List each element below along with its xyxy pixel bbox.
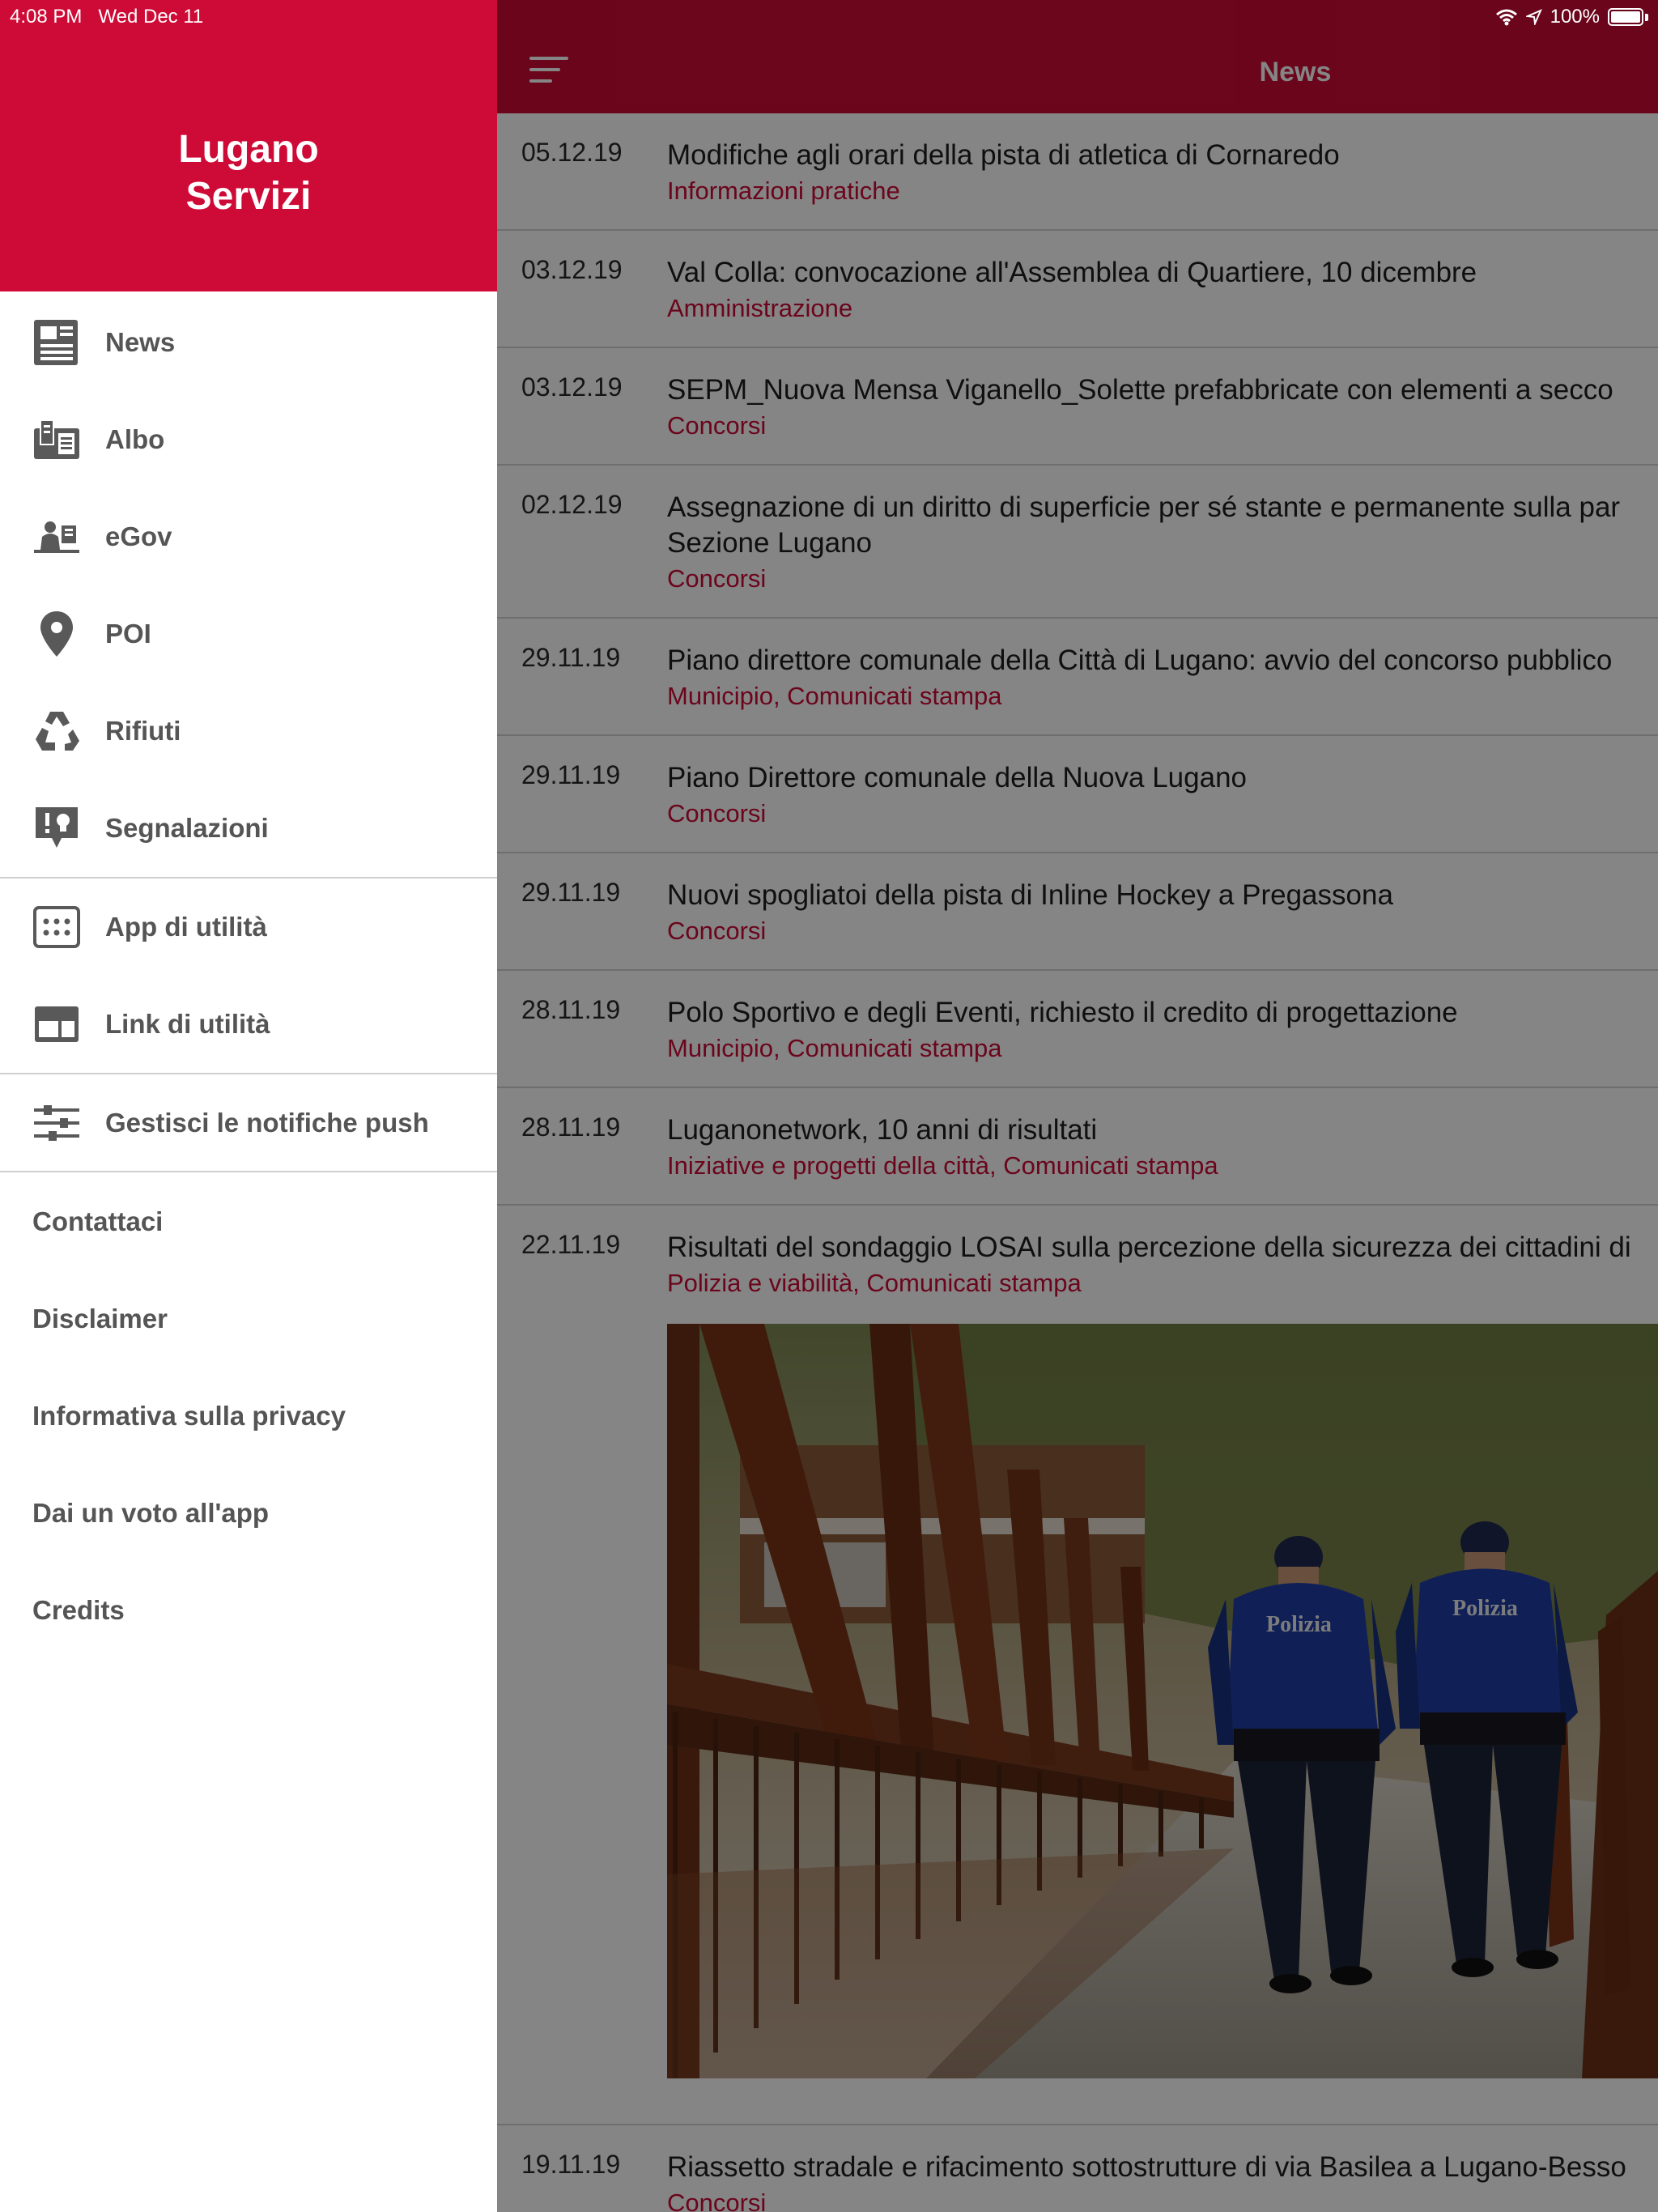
sidebar-item-segnalazioni[interactable]: Segnalazioni [0, 780, 497, 877]
drawer-header: Lugano Servizi [0, 0, 497, 291]
sidebar-item-label: Rifiuti [105, 716, 181, 746]
sidebar-item-egov[interactable]: eGov [0, 488, 497, 585]
link-rate-app[interactable]: Dai un voto all'app [32, 1498, 269, 1529]
link-credits[interactable]: Credits [32, 1595, 125, 1626]
link-disclaimer[interactable]: Disclaimer [32, 1304, 168, 1334]
sidebar-item-label: Albo [105, 424, 165, 454]
sidebar-item-label: Gestisci le notifiche push [105, 1108, 429, 1138]
recycle-icon [36, 712, 79, 751]
albo-documents-icon [34, 419, 79, 459]
link-contattaci[interactable]: Contattaci [32, 1206, 163, 1237]
battery-icon [1608, 8, 1643, 26]
status-indicators: 100% [1495, 6, 1648, 28]
sidebar-item-push-notifications[interactable]: Gestisci le notifiche push [0, 1074, 497, 1172]
egov-desk-icon [34, 521, 79, 553]
sliders-icon [34, 1105, 79, 1141]
wifi-icon [1495, 9, 1517, 26]
location-arrow-icon [1525, 9, 1542, 25]
apps-grid-icon [33, 906, 80, 948]
sidebar-item-label: News [105, 327, 176, 357]
sidebar-item-label: POI [105, 619, 151, 649]
divider [0, 1171, 497, 1172]
sidebar-item-news[interactable]: News [0, 294, 497, 391]
newspaper-icon [34, 320, 78, 365]
sidebar-item-app-utilita[interactable]: App di utilità [0, 878, 497, 976]
status-time: 4:08 PM Wed Dec 11 [10, 6, 204, 28]
navigation-drawer: Lugano Servizi News Albo eGov POI Rifiut… [0, 0, 497, 2212]
report-bulb-icon [36, 807, 78, 848]
sidebar-item-poi[interactable]: POI [0, 585, 497, 683]
app-title: Lugano Servizi [178, 128, 319, 218]
sidebar-item-label: Segnalazioni [105, 813, 269, 843]
map-pin-icon [40, 611, 73, 657]
sidebar-item-label: Link di utilità [105, 1009, 270, 1039]
sidebar-item-label: App di utilità [105, 912, 267, 942]
link-window-icon [35, 1006, 79, 1042]
sidebar-item-link-utilita[interactable]: Link di utilità [0, 976, 497, 1073]
status-bar: 4:08 PM Wed Dec 11 100% [0, 0, 1658, 32]
sidebar-item-albo[interactable]: Albo [0, 391, 497, 488]
battery-cap [1645, 13, 1648, 21]
sidebar-item-label: eGov [105, 521, 172, 551]
sidebar-item-rifiuti[interactable]: Rifiuti [0, 683, 497, 780]
link-privacy[interactable]: Informativa sulla privacy [32, 1401, 346, 1431]
battery-percent: 100% [1550, 6, 1600, 28]
